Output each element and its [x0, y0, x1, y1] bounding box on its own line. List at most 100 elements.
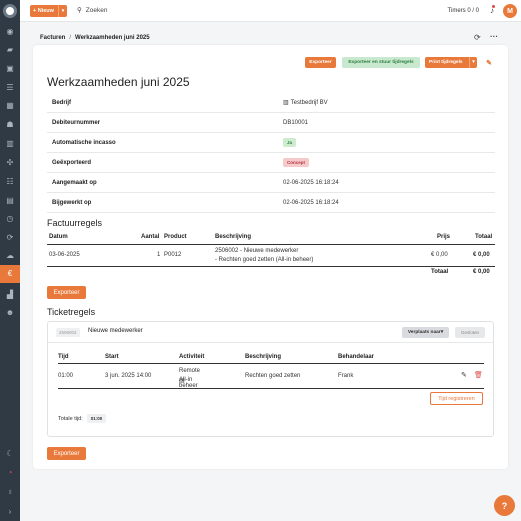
timers-counter[interactable]: Timers 0 / 0 — [448, 8, 479, 14]
chevron-down-icon: ▾ — [440, 330, 444, 335]
export-lines-button[interactable]: Exporteer — [47, 286, 86, 299]
section-title-invoice-lines: Factuurregels — [47, 218, 103, 228]
ticket-name: Nieuwe medewerker — [88, 328, 143, 334]
network-icon[interactable]: ✣ — [5, 158, 15, 168]
total-value: € 0,00 — [473, 269, 490, 275]
move-to-button[interactable]: Verplaats naar ▾ — [402, 327, 449, 338]
sidebar: ◉ ▰ ▣ ☰ ▦ ☗ ▥ ✣ ☷ ▤ ◷ ⟳ ☁ € ▟ ☻ ☾ ◔ ♁ › — [0, 0, 20, 521]
detail-value: 02-06-2025 16:18:24 — [283, 179, 339, 186]
new-button[interactable]: + Nieuw ▾ — [30, 5, 67, 17]
chevron-down-icon[interactable]: ▾ — [58, 5, 67, 17]
col-product: Product — [164, 234, 187, 240]
building-icon[interactable]: ▥ — [5, 139, 15, 149]
repeat-icon[interactable]: ⟳ — [5, 233, 15, 243]
total-label: Totaal — [431, 269, 449, 275]
ticket-id-badge[interactable]: 2506002 — [56, 328, 80, 337]
dashboard-icon[interactable]: ◉ — [5, 27, 15, 37]
edit-icon[interactable]: ✎ — [485, 57, 493, 68]
table-row: 01:00 3 jun. 2025 14:00 Remote ▤ All-in … — [58, 365, 484, 389]
refresh-icon[interactable]: ⟳ — [474, 33, 481, 42]
clock-icon[interactable]: ◷ — [5, 214, 15, 224]
tasks-icon[interactable]: ☷ — [5, 177, 15, 187]
move-to-label: Verplaats naar — [407, 330, 441, 335]
calendar-icon[interactable]: ▦ — [5, 101, 15, 111]
col-price: Prijs — [437, 234, 451, 240]
ticket-box: 2506002 Nieuwe medewerker Verplaats naar… — [47, 321, 494, 437]
register-time-button[interactable]: Tijd registreren — [430, 392, 483, 405]
timer-icon[interactable]: ◔ — [5, 468, 15, 478]
ticket-lines-header: Tijd Start Activiteit Beschrijving Behan… — [58, 354, 484, 364]
col-time: Tijd — [58, 354, 69, 360]
invoice-lines-header: Datum Aantal Product Beschrijving Prijs … — [47, 234, 495, 245]
chart-icon[interactable]: ▟ — [5, 290, 15, 300]
cloud-icon[interactable]: ☁ — [5, 251, 15, 261]
detail-value[interactable]: Testbedrijf BV — [291, 100, 328, 106]
detail-row-created: Aangemaakt op 02-06-2025 16:18:24 — [47, 173, 495, 193]
moon-icon[interactable]: ☾ — [5, 449, 15, 459]
edit-icon[interactable]: ✎ — [461, 371, 467, 379]
total-time: Totale tijd: 01:00 — [58, 414, 107, 423]
cell-description-line1: 2506002 - Nieuwe medewerker — [215, 248, 299, 254]
cell-price: € 0,00 — [431, 252, 448, 258]
status-badge: Concept — [283, 158, 309, 167]
detail-value: DB10001 — [283, 119, 309, 126]
status-badge: Ja — [283, 138, 297, 147]
users-icon[interactable]: ☗ — [5, 120, 15, 130]
detail-label: Geëxporteerd — [52, 159, 92, 166]
sidebar-item-invoices[interactable]: € — [0, 265, 20, 283]
cell-handler: Frank — [338, 373, 354, 379]
export-button[interactable]: Exporteer — [305, 57, 336, 68]
avatar[interactable]: M — [503, 4, 517, 18]
detail-row-direct-debit: Automatische incasso Ja — [47, 133, 495, 153]
closed-button[interactable]: Gesloten — [455, 327, 485, 338]
document-icon[interactable]: ▤ — [5, 196, 15, 206]
chat-icon[interactable]: ▰ — [5, 45, 15, 55]
col-qty: Aantal — [141, 234, 160, 240]
invoice-card: Exporteer Exporteer en stuur tijdregels … — [33, 45, 508, 469]
new-button-label: + Nieuw — [33, 8, 54, 14]
detail-row-debtor: Debiteurnummer DB10001 — [47, 113, 495, 133]
col-description: Beschrijving — [245, 354, 282, 360]
user-icon[interactable]: ☻ — [5, 308, 15, 318]
expand-icon[interactable]: › — [5, 507, 15, 517]
ticket-header: 2506002 Nieuwe medewerker Verplaats naar… — [48, 322, 493, 343]
notification-dot — [492, 5, 495, 8]
chevron-down-icon[interactable]: ▾ — [469, 57, 477, 68]
col-activity: Activiteit — [179, 354, 205, 360]
breadcrumb: Facturen / Werkzaamheden juni 2025 — [40, 35, 150, 41]
detail-label: Bijgewerkt op — [52, 199, 92, 206]
export-send-button[interactable]: Exporteer en stuur tijdregels — [342, 57, 420, 68]
page-title: Werkzaamheden juni 2025 — [47, 75, 190, 89]
detail-row-exported: Geëxporteerd Concept — [47, 153, 495, 173]
invoice-total-row: Totaal € 0,00 — [47, 269, 495, 281]
cell-total: € 0,00 — [473, 252, 490, 258]
total-time-value: 01:00 — [86, 414, 107, 423]
search-input[interactable]: ⚲ Zoeken — [77, 6, 107, 15]
detail-row-company: Bedrijf ▥ Testbedrijf BV — [47, 93, 495, 113]
briefcase-icon[interactable]: ▣ — [5, 64, 15, 74]
cell-start: 3 jun. 2025 14:00 — [105, 373, 152, 379]
detail-value: 02-06-2025 16:18:24 — [283, 199, 339, 206]
help-button[interactable]: ? — [494, 495, 515, 516]
list-icon[interactable]: ☰ — [5, 83, 15, 93]
lightbulb-icon[interactable]: ♁ — [5, 487, 15, 497]
col-total: Totaal — [475, 234, 493, 240]
cell-description-line2: - Rechten goed zetten (All-in beheer) — [215, 257, 314, 263]
breadcrumb-separator: / — [69, 35, 72, 41]
search-icon: ⚲ — [77, 7, 82, 14]
breadcrumb-parent[interactable]: Facturen — [40, 35, 65, 41]
table-row: 03-06-2025 1 P0012 2506002 - Nieuwe mede… — [47, 245, 495, 267]
col-date: Datum — [49, 234, 68, 240]
cell-description: Rechten goed zetten — [245, 373, 301, 379]
topbar: + Nieuw ▾ ⚲ Zoeken Timers 0 / 0 ♪ M — [20, 0, 521, 22]
logo-icon[interactable] — [3, 4, 17, 18]
cell-activity-line1: Remote — [179, 368, 201, 374]
more-icon[interactable]: ··· — [490, 32, 498, 41]
col-description: Beschrijving — [215, 234, 252, 240]
export-tickets-button[interactable]: Exporteer — [47, 447, 86, 460]
cell-qty: 1 — [157, 252, 161, 258]
print-button-label: Print tijdregels — [429, 60, 463, 65]
print-button[interactable]: Print tijdregels ▾ — [425, 57, 477, 68]
trash-icon[interactable]: 🗑 — [474, 371, 483, 379]
total-time-label: Totale tijd: — [58, 415, 83, 422]
